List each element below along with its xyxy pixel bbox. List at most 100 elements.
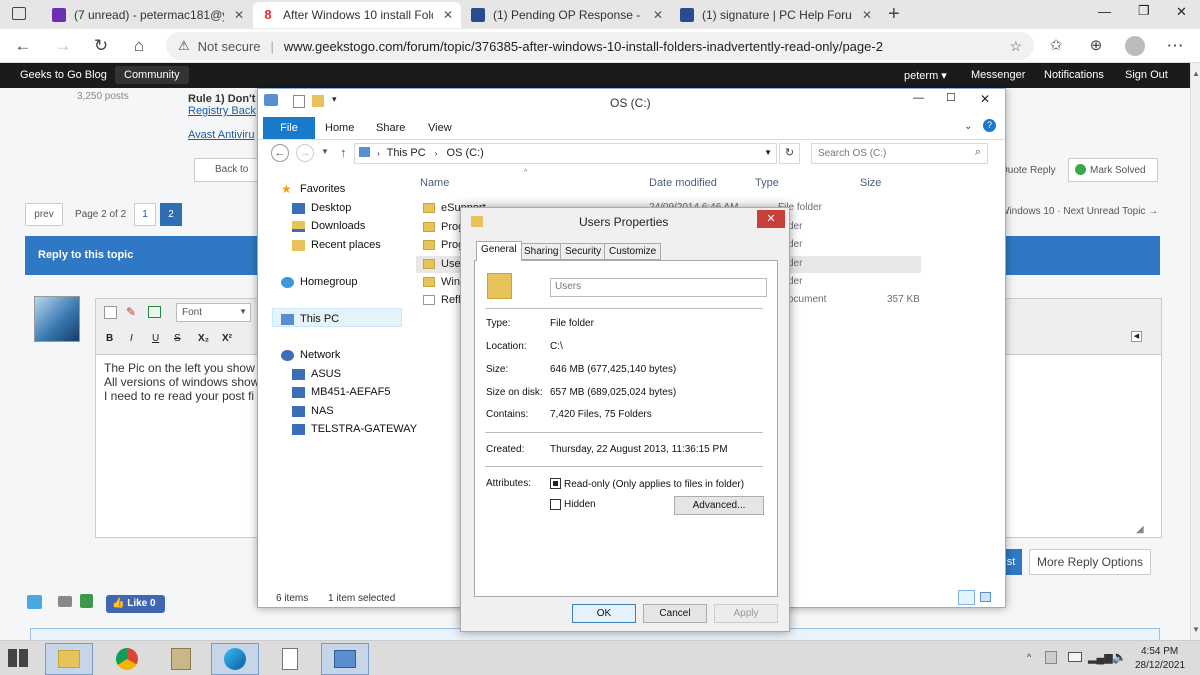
not-secure-label[interactable]: Not secure (198, 39, 261, 54)
profile-avatar[interactable] (1125, 36, 1145, 56)
nav-notifications[interactable]: Notifications (1044, 69, 1104, 81)
page-scrollbar[interactable]: ▲ ▼ (1190, 63, 1200, 640)
chevron-down-icon[interactable]: ▼ (764, 148, 772, 157)
nav-recent-places[interactable]: Recent places (292, 239, 381, 251)
breadcrumb-bar[interactable]: › This PC › OS (C:) ▼ (354, 143, 777, 164)
back-icon[interactable]: ← (271, 144, 289, 162)
tab-file[interactable]: File (263, 117, 315, 139)
tab-yahoo-mail[interactable]: (7 unread) - petermac181@yahoo ✕ (44, 2, 252, 28)
volume-tray-icon[interactable]: 🔈 (1112, 650, 1127, 664)
nav-favorites[interactable]: ★ Favorites (281, 183, 345, 196)
tab-home[interactable]: Home (325, 117, 354, 139)
readonly-label[interactable]: Read-only (Only applies to files in fold… (564, 479, 744, 490)
details-view-icon[interactable] (958, 590, 975, 605)
tab-actions-icon[interactable] (12, 7, 26, 20)
nav-network-telstra[interactable]: TELSTRA-GATEWAY (292, 423, 417, 435)
app-taskbar-icon[interactable] (157, 643, 205, 675)
nav-messenger[interactable]: Messenger (971, 69, 1025, 81)
underline-button[interactable]: U (152, 333, 159, 344)
prev-page-button[interactable]: prev (25, 203, 63, 226)
nav-homegroup[interactable]: Homegroup (281, 276, 357, 288)
close-window-button[interactable]: ✕ (1176, 4, 1187, 20)
file-row[interactable]: Prog (423, 239, 464, 251)
nav-downloads[interactable]: Downloads (292, 220, 365, 232)
close-icon[interactable]: ✕ (443, 8, 453, 22)
bold-button[interactable]: B (106, 333, 113, 344)
twitter-icon[interactable] (27, 595, 42, 609)
collections-icon[interactable]: ⊕ (1085, 35, 1107, 57)
large-icons-view-icon[interactable] (980, 592, 991, 602)
nav-desktop[interactable]: Desktop (292, 202, 351, 214)
editor-text[interactable]: The Pic on the left you show All version… (104, 361, 259, 403)
folder-qat-icon[interactable] (312, 95, 324, 107)
breadcrumb-this-pc[interactable]: This PC (387, 147, 426, 159)
apply-button[interactable]: Apply (714, 604, 778, 623)
security-tray-icon[interactable] (1045, 651, 1057, 664)
notepad-taskbar-icon[interactable] (266, 643, 314, 675)
tab-pending-op[interactable]: (1) Pending OP Response - Wind ✕ (463, 2, 671, 28)
superscript-button[interactable]: X² (222, 333, 232, 344)
tab-view[interactable]: View (428, 117, 452, 139)
readonly-checkbox[interactable] (550, 478, 561, 489)
hidden-label[interactable]: Hidden (564, 499, 596, 510)
nav-network-nas[interactable]: NAS (292, 405, 334, 417)
maximize-button[interactable]: ☐ (946, 91, 956, 104)
refresh-icon[interactable]: ↻ (90, 35, 112, 57)
tab-security[interactable]: Security (560, 243, 607, 260)
clock-date[interactable]: 28/12/2021 (1135, 660, 1185, 671)
nav-sign-out[interactable]: Sign Out (1125, 69, 1168, 81)
scroll-up-icon[interactable]: ▲ (1192, 69, 1200, 78)
url-bar[interactable]: ⚠ Not secure | www.geekstogo.com/forum/t… (166, 32, 1034, 60)
resize-handle-icon[interactable]: ◢ (1136, 524, 1144, 535)
favorites-icon[interactable]: ✩ (1045, 35, 1067, 57)
windows-start-icon[interactable] (8, 649, 28, 667)
ok-button[interactable]: OK (572, 604, 636, 623)
folder-name-input[interactable]: Users (550, 278, 767, 297)
control-panel-taskbar-icon[interactable] (321, 643, 369, 675)
search-box[interactable]: Search OS (C:) ⌕ (811, 143, 988, 164)
scroll-down-icon[interactable]: ▼ (1192, 625, 1200, 634)
close-button[interactable]: ✕ (757, 210, 785, 228)
column-type[interactable]: Type (755, 177, 779, 189)
tab-general[interactable]: General (476, 241, 522, 261)
breadcrumb-os-c[interactable]: OS (C:) (447, 147, 484, 159)
back-to-button[interactable]: Back to (194, 158, 264, 182)
nav-network-asus[interactable]: ASUS (292, 368, 341, 380)
url-text[interactable]: www.geekstogo.com/forum/topic/376385-aft… (284, 39, 883, 54)
minimize-button[interactable]: — (1098, 4, 1111, 19)
eraser-icon[interactable]: ✎ (126, 305, 136, 319)
properties-qat-icon[interactable] (293, 95, 305, 108)
chevron-down-icon[interactable]: ▾ (332, 94, 337, 105)
next-unread-link[interactable]: Windows 10 · Next Unread Topic → (1000, 206, 1158, 217)
new-tab-button[interactable]: + (888, 3, 900, 26)
warning-icon[interactable]: ⚠ (178, 38, 190, 54)
tab-geekstogo[interactable]: 8 After Windows 10 install Folders ✕ (253, 2, 461, 28)
hidden-checkbox[interactable] (550, 499, 561, 510)
refresh-icon[interactable]: ↻ (779, 143, 800, 164)
edge-taskbar-icon[interactable] (211, 643, 259, 675)
chrome-taskbar-icon[interactable] (103, 643, 151, 675)
close-icon[interactable]: ✕ (653, 8, 663, 22)
page-1-button[interactable]: 1 (134, 203, 156, 226)
advanced-button[interactable]: Advanced... (674, 496, 764, 515)
close-icon[interactable]: ✕ (234, 8, 244, 22)
forward-icon[interactable]: → (52, 35, 74, 57)
tab-signature[interactable]: (1) signature | PC Help Forum ✕ (672, 2, 880, 28)
nav-network-mb451[interactable]: MB451-AEFAF5 (292, 386, 390, 398)
facebook-like-button[interactable]: 👍 Like 0 (106, 595, 165, 613)
subscript-button[interactable]: X₂ (198, 333, 209, 344)
tracking-icon[interactable]: ☆ (1009, 38, 1022, 55)
back-icon[interactable]: ← (12, 35, 34, 57)
restore-button[interactable]: ❐ (1138, 3, 1150, 19)
close-icon[interactable]: ✕ (862, 8, 872, 22)
strike-button[interactable]: S (174, 333, 181, 344)
nav-community[interactable]: Community (115, 66, 189, 84)
download-icon[interactable] (80, 594, 93, 608)
file-explorer-taskbar-icon[interactable] (45, 643, 93, 675)
print-icon[interactable] (58, 596, 72, 607)
column-date-modified[interactable]: Date modified (649, 177, 717, 189)
more-reply-options-button[interactable]: More Reply Options (1029, 549, 1151, 575)
nav-user-menu[interactable]: peterm ▾ (904, 69, 947, 82)
registry-link[interactable]: Registry Back (188, 105, 256, 117)
clock-time[interactable]: 4:54 PM (1141, 646, 1178, 657)
